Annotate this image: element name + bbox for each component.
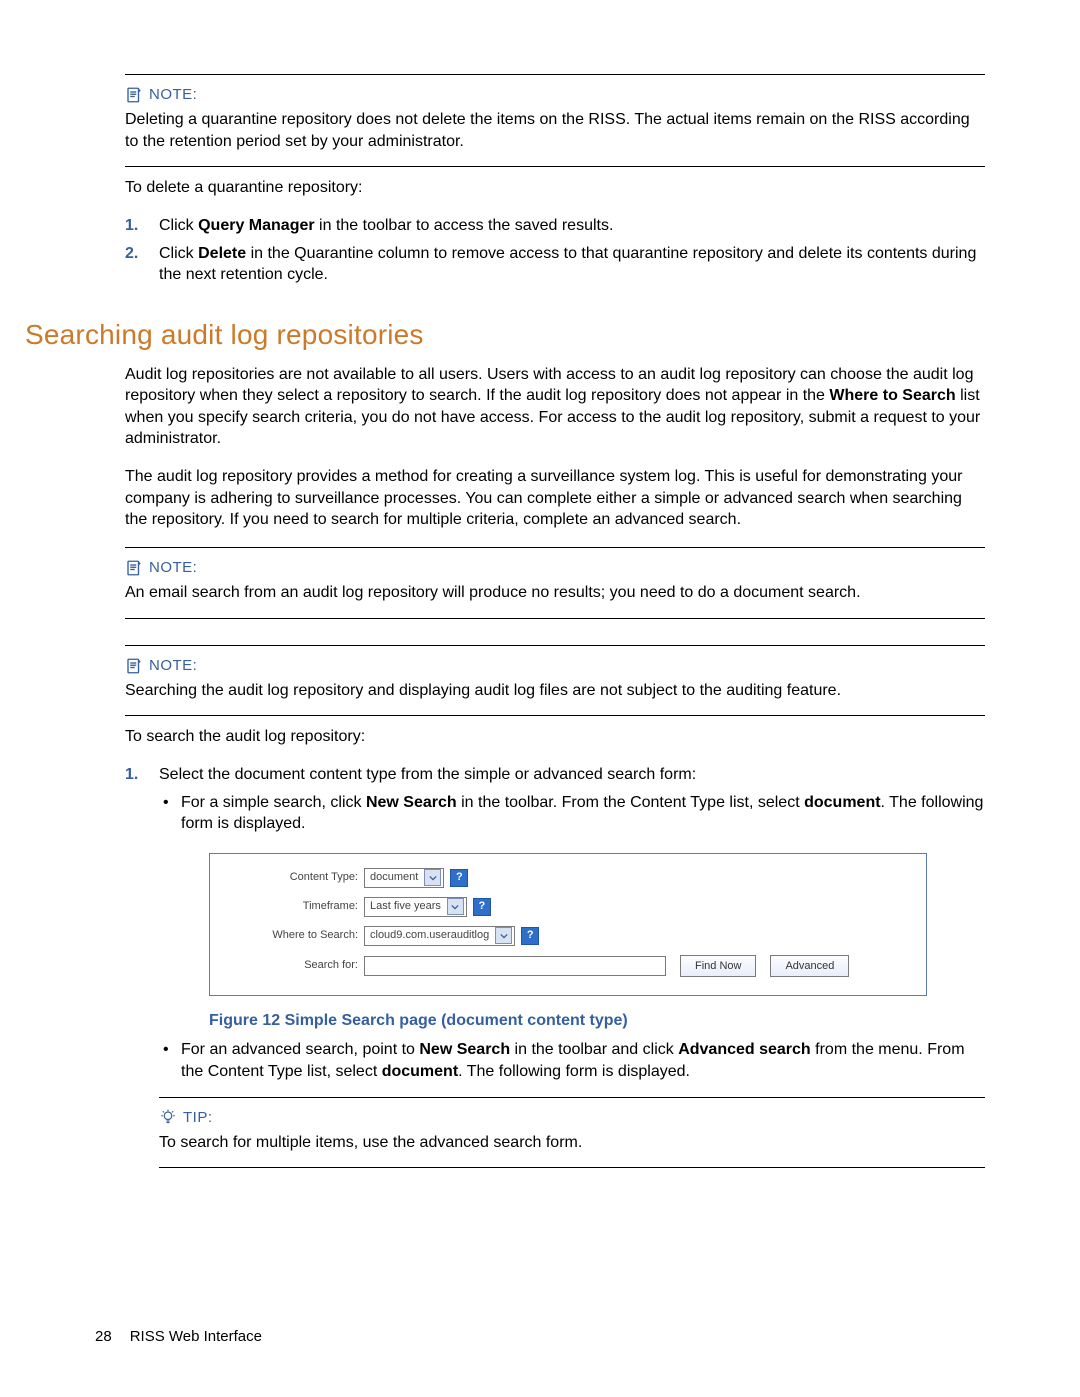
figure-12-caption: Figure 12 Simple Search page (document c… bbox=[209, 1010, 985, 1032]
note-header: NOTE: bbox=[125, 558, 985, 578]
note-body: Searching the audit log repository and d… bbox=[125, 680, 985, 702]
figure-12-container: Content Type: document ? Timeframe: Last bbox=[209, 853, 985, 996]
note-label: NOTE: bbox=[149, 85, 197, 105]
note-icon bbox=[125, 657, 143, 675]
search-intro: To search the audit log repository: bbox=[125, 726, 985, 748]
chevron-down-icon bbox=[495, 927, 512, 944]
delete-step-1: 1. Click Query Manager in the toolbar to… bbox=[125, 215, 985, 237]
note-header: NOTE: bbox=[125, 85, 985, 105]
note-header: NOTE: bbox=[125, 656, 985, 676]
tip-body: To search for multiple items, use the ad… bbox=[159, 1132, 985, 1154]
content-type-dropdown[interactable]: document bbox=[364, 868, 444, 888]
content-type-label: Content Type: bbox=[228, 870, 364, 885]
help-icon[interactable]: ? bbox=[473, 898, 491, 916]
chevron-down-icon bbox=[424, 869, 441, 886]
where-label: Where to Search: bbox=[228, 928, 364, 943]
timeframe-dropdown[interactable]: Last five years bbox=[364, 897, 467, 917]
footer-title: RISS Web Interface bbox=[130, 1328, 262, 1345]
note-body: Deleting a quarantine repository does no… bbox=[125, 109, 985, 152]
audit-paragraph-1: Audit log repositories are not available… bbox=[125, 364, 985, 450]
note-label: NOTE: bbox=[149, 656, 197, 676]
note-label: NOTE: bbox=[149, 558, 197, 578]
search-for-label: Search for: bbox=[228, 958, 364, 973]
help-icon[interactable]: ? bbox=[450, 869, 468, 887]
search-bullet-simple: For a simple search, click New Search in… bbox=[159, 792, 985, 835]
search-for-input[interactable] bbox=[364, 956, 666, 976]
lightbulb-icon bbox=[159, 1109, 177, 1127]
timeframe-label: Timeframe: bbox=[228, 899, 364, 914]
page-footer: 28 RISS Web Interface bbox=[95, 1327, 262, 1347]
search-bullet-advanced: For an advanced search, point to New Sea… bbox=[159, 1039, 985, 1082]
tip-label: TIP: bbox=[183, 1108, 213, 1128]
tip-header: TIP: bbox=[159, 1108, 985, 1128]
section-heading: Searching audit log repositories bbox=[25, 316, 985, 354]
advanced-button[interactable]: Advanced bbox=[770, 955, 849, 977]
simple-search-form: Content Type: document ? Timeframe: Last bbox=[209, 853, 927, 996]
page-number: 28 bbox=[95, 1328, 112, 1345]
search-step-1: 1. Select the document content type from… bbox=[125, 764, 985, 1168]
note-icon bbox=[125, 86, 143, 104]
chevron-down-icon bbox=[447, 898, 464, 915]
note-body: An email search from an audit log reposi… bbox=[125, 582, 985, 604]
find-now-button[interactable]: Find Now bbox=[680, 955, 756, 977]
note-icon bbox=[125, 559, 143, 577]
delete-intro: To delete a quarantine repository: bbox=[125, 177, 985, 199]
audit-paragraph-2: The audit log repository provides a meth… bbox=[125, 466, 985, 531]
help-icon[interactable]: ? bbox=[521, 927, 539, 945]
where-to-search-dropdown[interactable]: cloud9.com.userauditlog bbox=[364, 926, 515, 946]
delete-step-2: 2. Click Delete in the Quarantine column… bbox=[125, 243, 985, 286]
